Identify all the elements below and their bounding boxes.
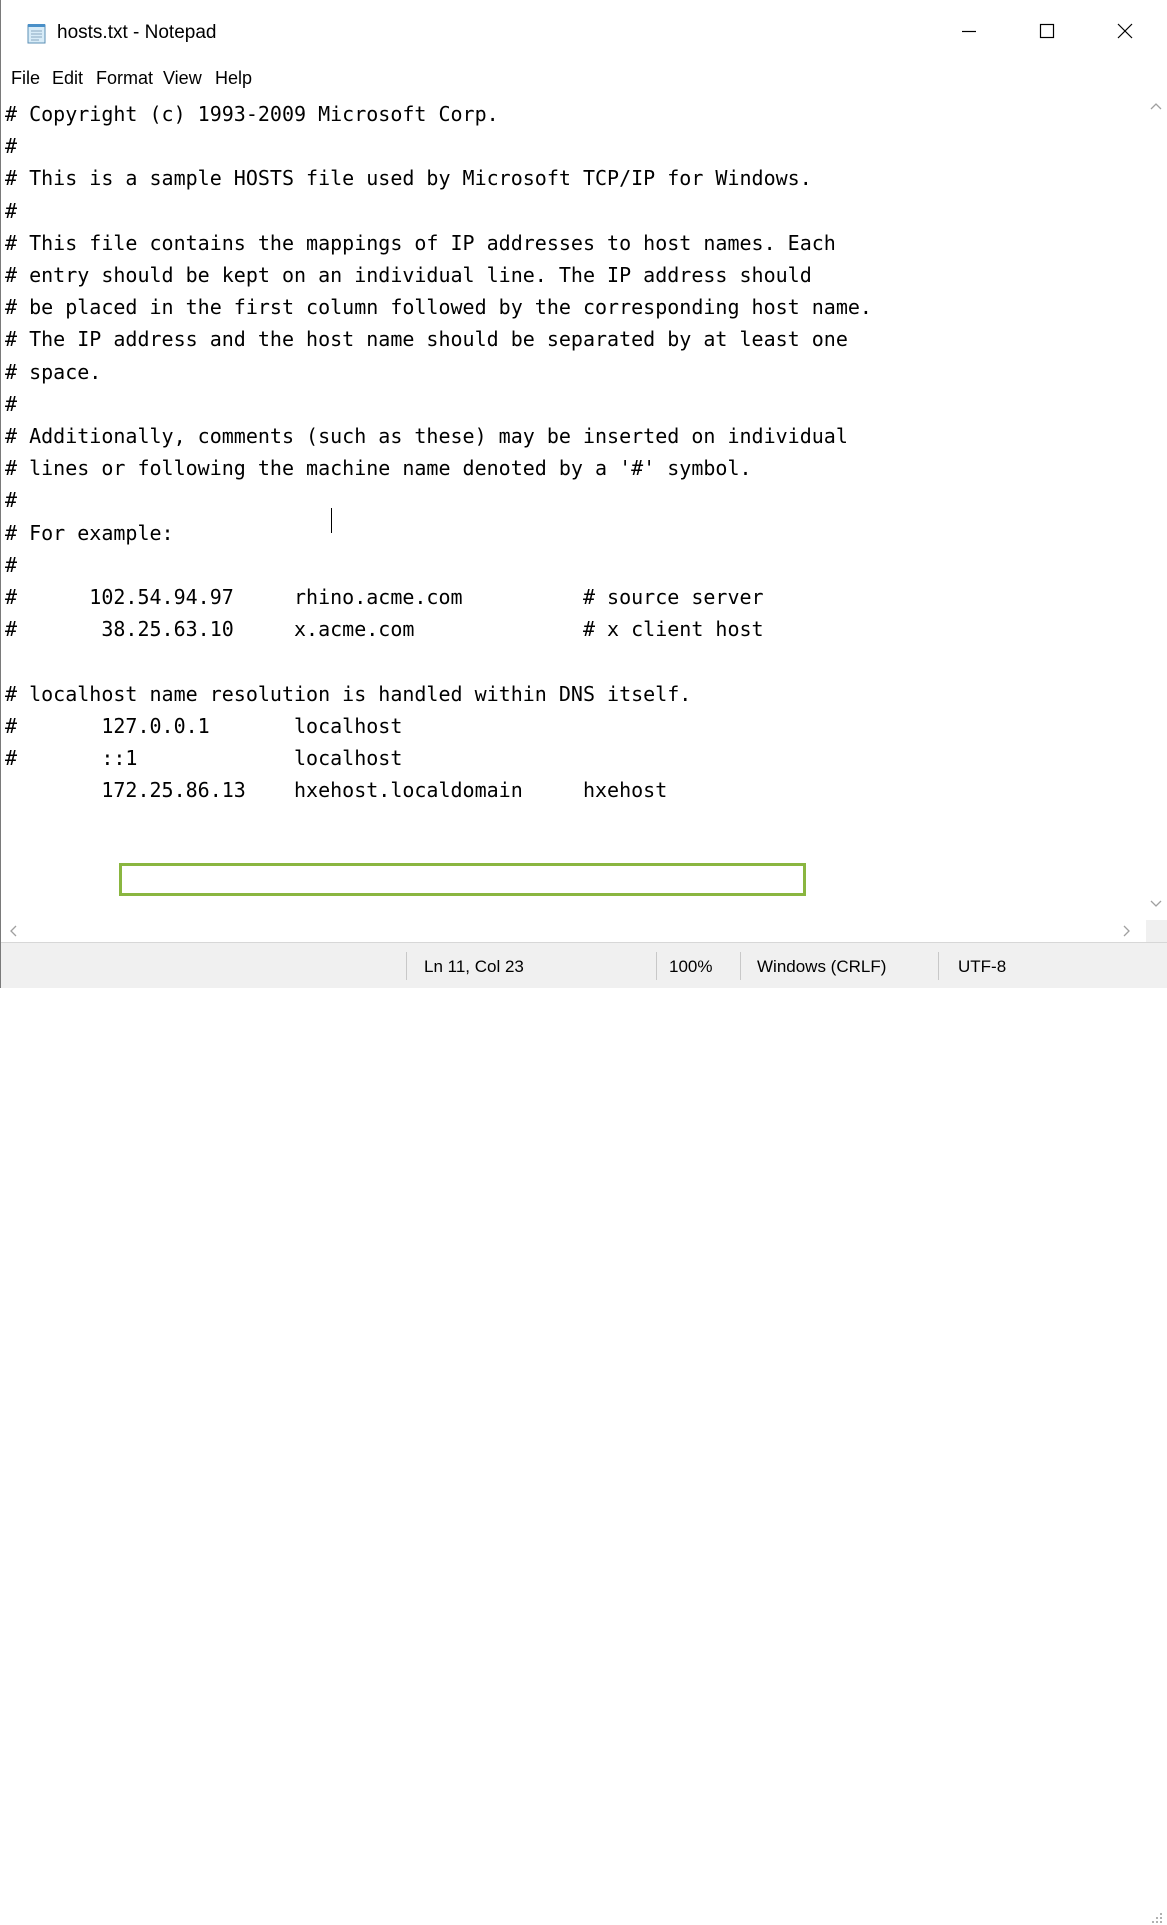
editor-content[interactable]: # Copyright (c) 1993-2009 Microsoft Corp… <box>5 98 872 806</box>
close-button[interactable] <box>1095 8 1155 54</box>
menu-view[interactable]: View <box>163 66 202 90</box>
editor-line: # be placed in the first column followed… <box>5 295 872 320</box>
editor-line: # localhost name resolution is handled w… <box>5 681 692 706</box>
window-title: hosts.txt - Notepad <box>57 22 217 43</box>
status-separator <box>938 952 939 980</box>
status-zoom: 100% <box>669 957 713 976</box>
horizontal-scrollbar[interactable] <box>1 920 1146 942</box>
resize-grip-icon[interactable] <box>1148 1909 1164 1925</box>
scroll-up-icon[interactable] <box>1149 100 1163 112</box>
editor-line: # 102.54.94.97 rhino.acme.com # source s… <box>5 585 764 610</box>
text-editor[interactable]: # Copyright (c) 1993-2009 Microsoft Corp… <box>1 94 1146 920</box>
menu-bar: File Edit Format View Help <box>1 62 1167 94</box>
scroll-left-icon[interactable] <box>7 924 19 938</box>
editor-line: # The IP address and the host name shoul… <box>5 327 848 352</box>
editor-line: # This file contains the mappings of IP … <box>5 230 836 255</box>
editor-line: # <box>5 391 18 416</box>
text-cursor <box>331 508 332 533</box>
editor-line: # 127.0.0.1 localhost <box>5 713 403 738</box>
vertical-scrollbar[interactable] <box>1146 94 1167 920</box>
close-icon <box>1117 23 1133 39</box>
status-separator <box>656 952 657 980</box>
editor-line: # lines or following the machine name de… <box>5 456 752 481</box>
scroll-down-icon[interactable] <box>1149 898 1163 910</box>
editor-line: # <box>5 198 18 223</box>
title-bar[interactable]: hosts.txt - Notepad <box>1 0 1167 62</box>
status-line-ending: Windows (CRLF) <box>757 957 887 976</box>
menu-format[interactable]: Format <box>96 66 153 90</box>
editor-line: 172.25.86.13 hxehost.localdomain hxehost <box>5 778 668 803</box>
editor-line: # Copyright (c) 1993-2009 Microsoft Corp… <box>5 102 499 126</box>
editor-line: # For example: <box>5 520 174 545</box>
status-position: Ln 11, Col 23 <box>424 957 524 976</box>
scroll-corner <box>1146 920 1167 942</box>
status-separator <box>406 952 407 980</box>
maximize-button[interactable] <box>1017 8 1077 54</box>
editor-line: # space. <box>5 359 102 384</box>
editor-line: # <box>5 134 18 159</box>
menu-file[interactable]: File <box>11 66 40 90</box>
maximize-icon <box>1039 23 1055 39</box>
menu-edit[interactable]: Edit <box>52 66 83 90</box>
editor-line: # <box>5 552 18 577</box>
status-encoding: UTF-8 <box>958 957 1007 976</box>
status-bar: Ln 11, Col 23 100% Windows (CRLF) UTF-8 <box>1 942 1167 1923</box>
editor-line: # <box>5 488 18 513</box>
editor-line: # entry should be kept on an individual … <box>5 263 812 288</box>
editor-line: # Additionally, comments (such as these)… <box>5 424 848 449</box>
editor-line: # This is a sample HOSTS file used by Mi… <box>5 166 812 191</box>
menu-help[interactable]: Help <box>215 66 252 90</box>
minimize-icon <box>962 30 976 33</box>
minimize-button[interactable] <box>939 8 999 54</box>
editor-line: # ::1 localhost <box>5 746 403 771</box>
status-separator <box>740 952 741 980</box>
notepad-icon <box>27 24 46 44</box>
editor-line: # 38.25.63.10 x.acme.com # x client host <box>5 617 764 642</box>
highlight-box <box>119 863 806 896</box>
scroll-right-icon[interactable] <box>1121 924 1133 938</box>
notepad-window: hosts.txt - Notepad File Edit Format Vie… <box>0 0 1167 1923</box>
